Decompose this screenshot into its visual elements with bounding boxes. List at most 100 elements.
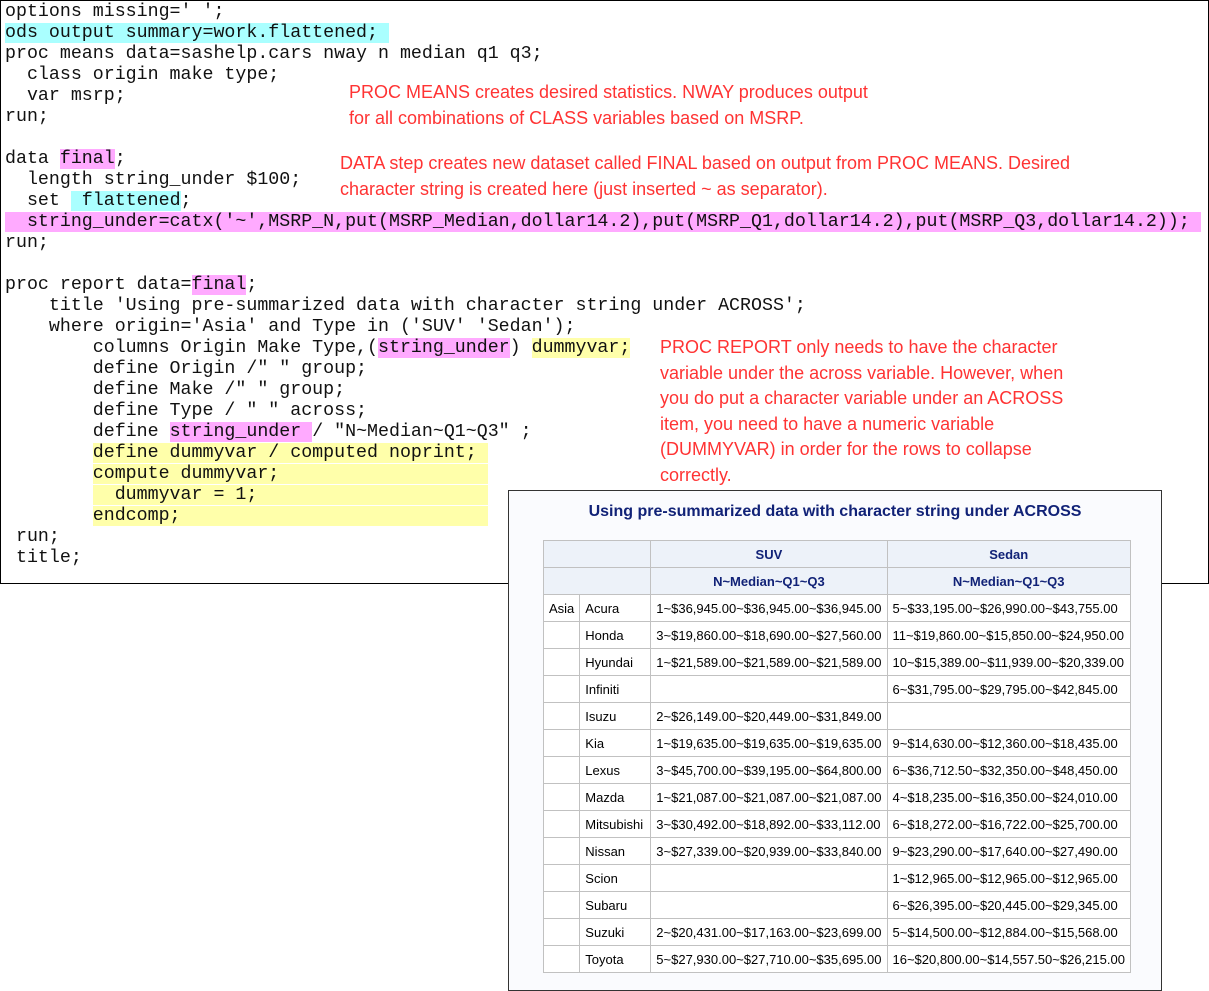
make-cell: Suzuki: [579, 918, 652, 946]
suv-cell: 2~$26,149.00~$20,449.00~$31,849.00: [650, 702, 888, 730]
code-line: define string_under / "N~Median~Q1~Q3" ;: [5, 422, 532, 443]
code-text: set: [5, 191, 71, 211]
code-text: run;: [5, 527, 60, 547]
code-text: var msrp;: [5, 86, 126, 106]
sedan-cell: 9~$23,290.00~$17,640.00~$27,490.00: [886, 837, 1131, 865]
header-suv: SUV: [650, 540, 888, 568]
note-line: item, you need to have a numeric variabl…: [660, 413, 995, 434]
table-row: Lexus 3~$45,700.00~$39,195.00~$64,800.00 6…: [542, 756, 1131, 784]
origin-cell: [542, 891, 581, 919]
suv-cell: [650, 864, 888, 892]
code-line: proc report data=final;: [5, 275, 257, 296]
code-text: title 'Using pre-summarized data with ch…: [5, 296, 806, 316]
origin-cell: [542, 864, 581, 892]
note-line: (DUMMYVAR) in order for the rows to coll…: [660, 439, 1032, 459]
table-row: Subaru 6~$26,395.00~$20,445.00~$29,345.00: [542, 891, 1131, 919]
header-blank: [542, 540, 652, 568]
highlighted-code: ods output summary=work.flattened;: [5, 23, 389, 43]
code-line: ods output summary=work.flattened;: [5, 23, 389, 44]
make-cell: Toyota: [579, 945, 652, 973]
make-cell: Lexus: [579, 756, 652, 784]
note-line: you do put a character variable under an…: [660, 388, 1064, 408]
code-text: length string_under $100;: [5, 170, 302, 190]
header-sedan: Sedan: [886, 540, 1131, 568]
code-text: define: [5, 422, 170, 442]
note-data-step: DATA step creates new dataset called FIN…: [340, 151, 1070, 202]
code-line: endcomp;: [5, 506, 488, 527]
sedan-cell: 6~$18,272.00~$16,722.00~$25,700.00: [886, 810, 1131, 838]
table-row: Mazda 1~$21,087.00~$21,087.00~$21,087.00 4…: [542, 783, 1131, 811]
highlighted-code: string_under: [378, 338, 510, 358]
code-line: run;: [5, 107, 49, 128]
code-text: ): [509, 338, 532, 358]
code-line: columns Origin Make Type,(string_under) …: [5, 338, 631, 359]
make-cell: Nissan: [579, 837, 652, 865]
sedan-cell: 10~$15,389.00~$11,939.00~$20,339.00: [886, 648, 1131, 676]
code-line: where origin='Asia' and Type in ('SUV' '…: [5, 317, 576, 338]
code-text: class origin make type;: [5, 65, 280, 85]
code-text: options missing=' ';: [5, 2, 225, 22]
note-line: PROC MEANS creates desired statistics. N…: [349, 82, 868, 102]
origin-cell: [542, 756, 581, 784]
sedan-cell: 16~$20,800.00~$14,557.50~$26,215.00: [886, 945, 1131, 973]
origin-cell: [542, 945, 581, 973]
note-proc-means: PROC MEANS creates desired statistics. N…: [349, 80, 868, 131]
code-line: run;: [5, 527, 60, 548]
code-text: define Type / " " across;: [5, 401, 368, 421]
highlighted-code: final: [191, 275, 247, 295]
code-line: class origin make type;: [5, 65, 279, 86]
code-line: set flattened;: [5, 191, 192, 212]
code-text: proc means data=sashelp.cars nway n medi…: [5, 44, 543, 64]
code-text: data: [5, 149, 60, 169]
sedan-cell: 9~$14,630.00~$12,360.00~$18,435.00: [886, 729, 1131, 757]
report-title: Using pre-summarized data with character…: [588, 503, 1082, 520]
sedan-cell: 6~$26,395.00~$20,445.00~$29,345.00: [886, 891, 1131, 919]
make-cell: Mazda: [579, 783, 652, 811]
suv-cell: [650, 675, 888, 703]
sedan-cell: 6~$31,795.00~$29,795.00~$42,845.00: [886, 675, 1131, 703]
highlighted-code: dummyvar = 1;: [92, 485, 488, 505]
code-line: compute dummyvar;: [5, 464, 488, 485]
suv-cell: 3~$30,492.00~$18,892.00~$33,112.00: [650, 810, 888, 838]
code-text: run;: [5, 233, 49, 253]
table-row: Isuzu 2~$26,149.00~$20,449.00~$31,849.00: [542, 702, 1131, 730]
note-line: variable under the across variable. Howe…: [660, 362, 1064, 383]
code-text: proc report data=: [5, 275, 192, 295]
note-line: for all combinations of CLASS variables …: [349, 107, 804, 128]
make-cell: Subaru: [579, 891, 652, 919]
make-cell: Kia: [579, 729, 652, 757]
make-cell: Scion: [579, 864, 652, 892]
origin-cell: [542, 837, 581, 865]
code-line: dummyvar = 1;: [5, 485, 488, 506]
suv-cell: 1~$19,635.00~$19,635.00~$19,635.00: [650, 729, 888, 757]
suv-cell: [650, 891, 888, 919]
code-line: define Make /" " group;: [5, 380, 345, 401]
suv-cell: 1~$21,589.00~$21,589.00~$21,589.00: [650, 648, 888, 676]
table-row: Honda 3~$19,860.00~$18,690.00~$27,560.00 1…: [542, 621, 1131, 649]
note-line: correctly.: [660, 464, 732, 485]
sedan-cell: 6~$36,712.50~$32,350.00~$48,450.00: [886, 756, 1131, 784]
highlighted-code: string_under=catx('~',MSRP_N,put(MSRP_Me…: [5, 212, 1201, 232]
suv-cell: 2~$20,431.00~$17,163.00~$23,699.00: [650, 918, 888, 946]
report-table: SUV Sedan N~Median~Q1~Q3 N~Median~Q1~Q3 …: [542, 540, 1131, 973]
suv-cell: 3~$27,339.00~$20,939.00~$33,840.00: [650, 837, 888, 865]
header-string-under: N~Median~Q1~Q3: [650, 567, 888, 595]
highlighted-code: string_under: [169, 422, 313, 442]
note-proc-report: PROC REPORT only needs to have the chara…: [660, 335, 1063, 488]
code-line: run;: [5, 233, 49, 254]
code-line: define Origin /" " group;: [5, 359, 367, 380]
code-line: options missing=' ';: [5, 2, 224, 23]
code-line: define dummyvar / computed noprint;: [5, 443, 488, 464]
header-string-under: N~Median~Q1~Q3: [886, 567, 1131, 595]
code-text: where origin='Asia' and Type in ('SUV' '…: [5, 317, 576, 337]
make-cell: Isuzu: [579, 702, 652, 730]
code-line: var msrp;: [5, 86, 126, 107]
header-blank: [542, 567, 652, 595]
code-text: ;: [114, 149, 126, 169]
table-row: Toyota 5~$27,930.00~$27,710.00~$35,695.00…: [542, 945, 1131, 973]
table-row: Infiniti 6~$31,795.00~$29,795.00~$42,845.…: [542, 675, 1131, 703]
table-row: Nissan 3~$27,339.00~$20,939.00~$33,840.00…: [542, 837, 1131, 865]
highlighted-code: compute dummyvar;: [92, 464, 488, 484]
make-cell: Acura: [579, 594, 652, 622]
